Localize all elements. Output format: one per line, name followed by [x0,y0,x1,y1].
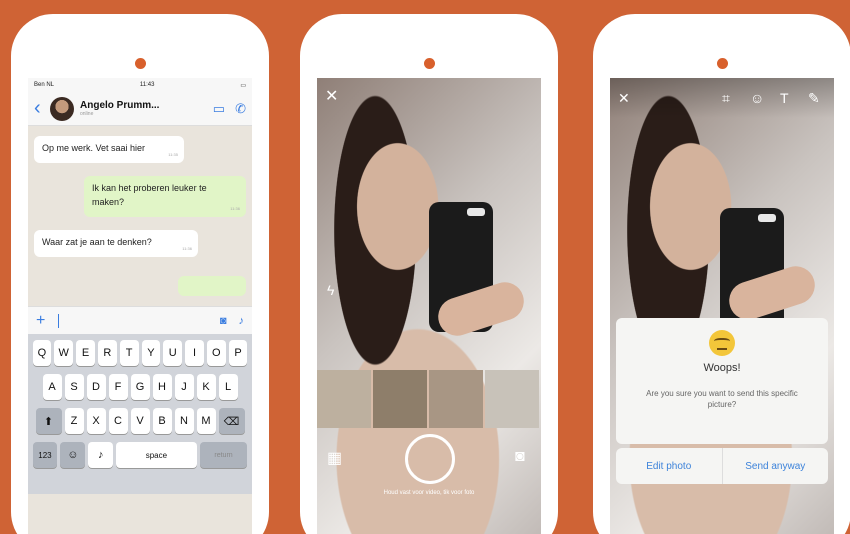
front-camera [135,58,146,69]
status-carrier: Ben NL [34,82,55,88]
front-camera [424,58,435,69]
switch-camera-icon[interactable]: ◙ [515,448,525,466]
chat-header: ‹ Angelo Prumm... online ▭ ✆ [28,92,252,126]
key-o[interactable]: O [206,340,226,366]
status-bar: Ben NL 11:43 ▭ [28,78,252,92]
key-k[interactable]: K [196,374,216,400]
message-time: 11:36 [230,206,240,211]
contact-name-block[interactable]: Angelo Prumm... online [80,100,203,117]
key-t[interactable]: T [119,340,139,366]
message-bubble[interactable]: Ik kan het proberen leuker te maken? 11:… [84,176,246,217]
video-call-icon[interactable]: ▭ [213,101,225,117]
gallery-thumb[interactable] [373,370,427,428]
key-s[interactable]: S [64,374,84,400]
chat-screen: Ben NL 11:43 ▭ ‹ Angelo Prumm... online … [28,78,252,534]
phone-camera: ✕ ϟ ▦ ◙ Houd vast voor video, tik voor f… [300,14,558,534]
key-q[interactable]: Q [32,340,52,366]
key-g[interactable]: G [130,374,150,400]
front-camera [717,58,728,69]
key-e[interactable]: E [76,340,95,366]
gallery-icon[interactable]: ▦ [327,448,342,468]
key-m[interactable]: M [196,408,216,434]
close-icon[interactable]: ✕ [618,90,630,107]
contact-name: Angelo Prumm... [80,100,160,111]
key-b[interactable]: B [152,408,172,434]
close-icon[interactable]: ✕ [325,86,338,106]
key-a[interactable]: A [42,374,62,400]
keyboard-row-3: ⬆ ZXCVBNM ⌫ [31,408,249,434]
gallery-thumb[interactable] [485,370,539,428]
dialog-message: Are you sure you want to send this speci… [646,389,798,409]
message-input[interactable] [58,313,208,328]
avatar[interactable] [50,96,74,121]
message-time: 11:35 [168,152,178,157]
key-j[interactable]: J [174,374,194,400]
dictation-key-icon[interactable]: ♪ [88,442,114,468]
flash-icon[interactable]: ϟ [327,282,334,298]
keyboard-row-1: QWERTYUIOP [31,340,249,366]
key-r[interactable]: R [97,340,117,366]
message-list: Op me werk. Vet saai hier 11:35 Ik kan h… [28,126,252,306]
key-x[interactable]: X [86,408,106,434]
keyboard: QWERTYUIOP ASDFGHJKL ⬆ ZXCVBNM ⌫ 123 ☺ ♪… [28,334,252,494]
gallery-thumb[interactable] [317,370,371,428]
keyboard-row-4: 123 ☺ ♪ space return [31,442,249,468]
numbers-key[interactable]: 123 [32,442,58,468]
gallery-thumb[interactable] [429,370,483,428]
back-icon[interactable]: ‹ [34,97,50,120]
key-d[interactable]: D [86,374,106,400]
key-z[interactable]: Z [64,408,84,434]
key-h[interactable]: H [152,374,172,400]
message-text: Waar zat je aan te denken? [42,237,152,247]
return-key[interactable]: return [199,442,248,468]
backspace-key[interactable]: ⌫ [218,408,245,434]
phone-warning: ✕ ⌗ ☺ T ✎ Woops! Are you sure you want t… [593,14,850,534]
space-key[interactable]: space [116,442,197,468]
dialog-actions: Edit photo Send anyway [616,448,828,484]
draw-icon[interactable]: ✎ [808,90,820,107]
battery-icon: ▭ [240,82,246,89]
gallery-strip [317,370,541,428]
key-u[interactable]: U [163,340,183,366]
message-time: 11:36 [182,246,192,251]
status-time: 11:43 [139,82,155,88]
grimace-emoji-icon [709,330,735,356]
message-bubble[interactable]: Op me werk. Vet saai hier 11:35 [34,136,184,163]
key-y[interactable]: Y [141,340,161,366]
shutter-button[interactable] [405,434,455,484]
shift-key[interactable]: ⬆ [35,408,62,434]
sticker-icon[interactable]: ☺ [750,90,764,106]
edit-photo-button[interactable]: Edit photo [616,448,723,484]
text-icon[interactable]: T [780,90,789,106]
message-text: Ik kan het proberen leuker te maken? [92,183,207,207]
message-bubble[interactable]: Waar zat je aan te denken? 11:36 [34,230,198,257]
crop-icon[interactable]: ⌗ [722,90,730,107]
key-w[interactable]: W [54,340,74,366]
input-bar: + ◙ ♪ [28,306,252,334]
plus-icon[interactable]: + [36,312,54,330]
key-i[interactable]: I [185,340,204,366]
keyboard-row-2: ASDFGHJKL [31,374,249,400]
key-l[interactable]: L [218,374,238,400]
key-n[interactable]: N [174,408,194,434]
message-bubble[interactable] [178,276,246,296]
camera-hint: Houd vast voor video, tik voor foto [383,490,475,496]
camera-icon[interactable]: ◙ [220,315,227,327]
message-text: Op me werk. Vet saai hier [42,143,146,153]
key-p[interactable]: P [228,340,248,366]
camera-screen: ✕ ϟ ▦ ◙ Houd vast voor video, tik voor f… [317,78,541,534]
key-f[interactable]: F [108,374,128,400]
preview-screen: ✕ ⌗ ☺ T ✎ Woops! Are you sure you want t… [610,78,834,534]
keyboard-row-3-letters: ZXCVBNM [63,408,217,434]
microphone-icon[interactable]: ♪ [239,315,245,327]
phone-chat: Ben NL 11:43 ▭ ‹ Angelo Prumm... online … [11,14,269,534]
emoji-key-icon[interactable]: ☺ [60,442,86,468]
dialog-title: Woops! [703,362,741,374]
key-v[interactable]: V [130,408,150,434]
contact-status: online [80,111,94,117]
key-c[interactable]: C [108,408,128,434]
phone-call-icon[interactable]: ✆ [235,101,246,117]
warning-dialog: Woops! Are you sure you want to send thi… [616,318,828,444]
send-anyway-button[interactable]: Send anyway [723,448,829,484]
